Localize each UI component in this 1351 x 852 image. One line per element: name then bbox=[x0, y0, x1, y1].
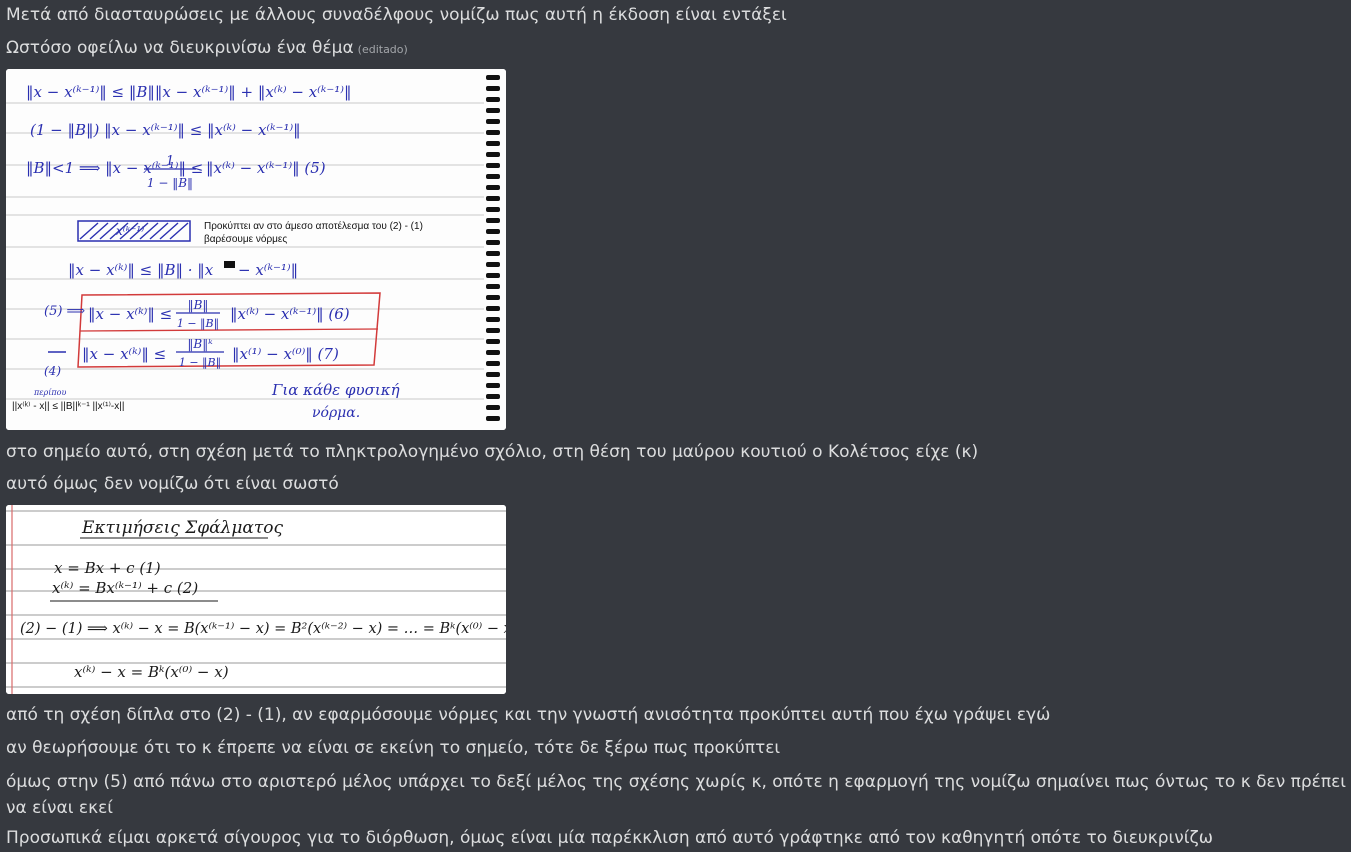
notes-image: ‖x − x⁽ᵏ⁻¹⁾‖ ≤ ‖B‖‖x − x⁽ᵏ⁻¹⁾‖ + ‖x⁽ᵏ⁾ −… bbox=[6, 69, 506, 430]
image-attachment-notes[interactable]: ‖x − x⁽ᵏ⁻¹⁾‖ ≤ ‖B‖‖x − x⁽ᵏ⁻¹⁾‖ + ‖x⁽ᵏ⁾ −… bbox=[6, 69, 506, 430]
message-text: Προσωπικά είμαι αρκετά σίγουρος για το δ… bbox=[6, 828, 1214, 848]
note-line-3b: ‖x⁽ᵏ⁾ − x⁽ᵏ⁻¹⁾‖ (5) bbox=[206, 159, 326, 177]
note-ref-4: (4) bbox=[44, 364, 61, 378]
message-body: Ωστόσο οφείλω να διευκρινίσω ένα θέμα bbox=[6, 38, 354, 58]
fraction-1-numerator: 1 bbox=[166, 154, 174, 169]
derivation-line-1: x = Bx + c (1) bbox=[54, 559, 161, 577]
derivation-line-3: (2) − (1) ⟹ x⁽ᵏ⁾ − x = B(x⁽ᵏ⁻¹⁾ − x) = B… bbox=[20, 621, 506, 637]
fraction-2-denominator: 1 − ‖B‖ bbox=[177, 317, 219, 331]
note-ref-5: (5) ⟹ bbox=[44, 304, 86, 319]
note-caption-1: Για κάθε φυσική bbox=[271, 381, 400, 399]
message-text: Ωστόσο οφείλω να διευκρινίσω ένα θέμα (ed… bbox=[6, 37, 408, 61]
note-line-1: ‖x − x⁽ᵏ⁻¹⁾‖ ≤ ‖B‖‖x − x⁽ᵏ⁻¹⁾‖ + ‖x⁽ᵏ⁾ −… bbox=[26, 83, 351, 101]
note-line-6a: ‖x − x⁽ᵏ⁾‖ ≤ bbox=[82, 345, 166, 363]
image-attachment-derivation[interactable]: Εκτιμήσεις Σφάλματος x = Bx + c (1) x⁽ᵏ⁾… bbox=[6, 505, 506, 694]
fraction-3-denominator: 1 − ‖B‖ bbox=[179, 356, 221, 370]
fraction-2-numerator: ‖B‖ bbox=[188, 298, 209, 312]
note-line-3a: ‖B‖<1 ⟹ ‖x − x⁽ᵏ⁻¹⁾‖ ≤ bbox=[26, 159, 203, 177]
message-text: αν θεωρήσουμε ότι το κ έπρεπε να είναι σ… bbox=[6, 738, 781, 758]
fraction-1-denominator: 1 − ‖B‖ bbox=[147, 176, 193, 190]
crossed-text: x⁽ᵏ⁻¹⁾ bbox=[116, 224, 144, 238]
message-text: Μετά από διασταυρώσεις με άλλους συναδέλ… bbox=[6, 5, 787, 25]
fraction-3-numerator: ‖B‖ᵏ bbox=[187, 337, 213, 351]
derivation-title: Εκτιμήσεις Σφάλματος bbox=[81, 518, 284, 538]
black-box bbox=[224, 261, 235, 268]
note-line-5a: ‖x − x⁽ᵏ⁾‖ ≤ bbox=[88, 305, 172, 323]
derivation-line-2: x⁽ᵏ⁾ = Bx⁽ᵏ⁻¹⁾ + c (2) bbox=[52, 579, 198, 597]
message-text: αυτό όμως δεν νομίζω ότι είναι σωστό bbox=[6, 474, 339, 494]
note-line-4b: − x⁽ᵏ⁻¹⁾‖ bbox=[238, 261, 298, 279]
message-text: από τη σχέση δίπλα στο (2) - (1), αν εφα… bbox=[6, 705, 1051, 725]
note-line-6b: ‖x⁽¹⁾ − x⁽⁰⁾‖ (7) bbox=[232, 345, 339, 363]
note-caption-2: νόρμα. bbox=[312, 405, 360, 421]
note-line-2: (1 − ‖B‖) ‖x − x⁽ᵏ⁻¹⁾‖ ≤ ‖x⁽ᵏ⁾ − x⁽ᵏ⁻¹⁾‖ bbox=[30, 121, 301, 139]
note-line-5b: ‖x⁽ᵏ⁾ − x⁽ᵏ⁻¹⁾‖ (6) bbox=[230, 305, 350, 323]
note-line-4a: ‖x − x⁽ᵏ⁾‖ ≤ ‖B‖ · ‖x bbox=[68, 261, 214, 279]
small-note: περίπου bbox=[33, 388, 66, 397]
message-text: όμως στην (5) από πάνω στο αριστερό μέλο… bbox=[6, 772, 1347, 818]
edited-label: (editado) bbox=[357, 43, 408, 56]
message-text: στο σημείο αυτό, στη σχέση μετά το πληκτ… bbox=[6, 442, 979, 462]
derivation-image: Εκτιμήσεις Σφάλματος x = Bx + c (1) x⁽ᵏ⁾… bbox=[6, 505, 506, 694]
typed-note-line-2: βαρέσουμε νόρμες bbox=[204, 233, 287, 245]
derivation-line-4: x⁽ᵏ⁾ − x = Bᵏ(x⁽⁰⁾ − x) bbox=[74, 663, 229, 681]
typed-bottom-note: ||x⁽ᵏ⁾ - x|| ≤ ||B||ᵏ⁻¹ ||x⁽¹⁾-x|| bbox=[12, 401, 124, 412]
typed-note-line-1: Προκύπτει αν στο άμεσο αποτέλεσμα του (2… bbox=[204, 220, 423, 232]
